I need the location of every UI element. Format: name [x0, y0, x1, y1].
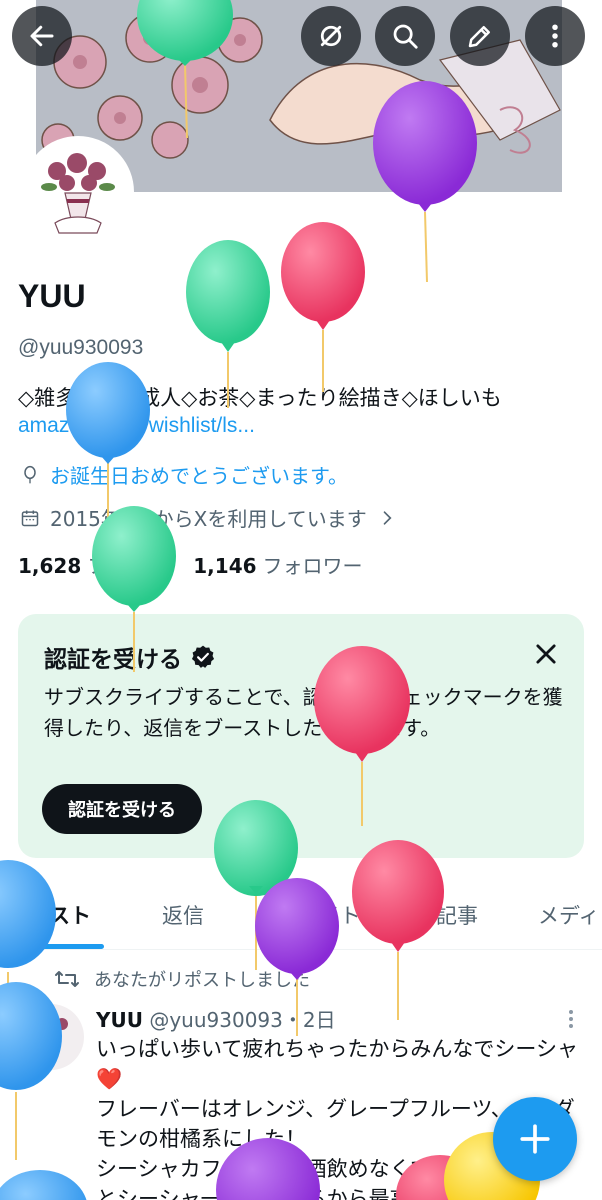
following-link[interactable]: 1,628 フォロー: [18, 550, 167, 579]
joined-text: 2015年1月からXを利用しています: [50, 507, 367, 531]
joined-row[interactable]: 2015年1月からXを利用しています: [20, 503, 407, 532]
close-icon[interactable]: [532, 640, 560, 668]
post-line: とシーシャ一緒に…れるから最高: [96, 1187, 411, 1200]
following-label: フォロー: [87, 554, 168, 578]
hide-icon: [320, 25, 342, 47]
post-more-icon[interactable]: [566, 1008, 576, 1030]
followers-link[interactable]: 1,146 フォロワー: [193, 550, 362, 579]
followers-label: フォロワー: [262, 554, 363, 578]
following-count: 1,628: [18, 554, 82, 578]
follow-stats: 1,628 フォロー 1,146 フォロワー: [18, 550, 363, 579]
get-verified-button[interactable]: 認証を受ける: [42, 784, 202, 834]
profile-bio: ◇雑多に呟く成人◇お茶◇まったり絵描き◇ほしいも: [18, 386, 502, 410]
repost-icon: [55, 971, 79, 987]
verification-title: 認証を受ける: [44, 647, 182, 673]
hide-button[interactable]: [301, 6, 361, 66]
plus-icon: [520, 1124, 550, 1154]
balloon: [0, 1170, 87, 1200]
tab-media[interactable]: メディ: [538, 900, 600, 930]
profile-avatar[interactable]: [22, 136, 134, 248]
compose-post-button[interactable]: [493, 1097, 577, 1181]
post-avatar-illustration: [34, 1013, 68, 1055]
profile-tabs: ポスト 返信 ハイライト 記事 メディ: [0, 886, 602, 950]
repost-indicator: あなたがリポストしました: [54, 966, 310, 992]
verified-badge-icon: [191, 645, 215, 668]
tab-articles[interactable]: 記事: [436, 900, 478, 930]
profile-name: YUU: [18, 278, 86, 314]
back-button[interactable]: [12, 6, 72, 66]
more-vertical-icon: [552, 24, 558, 48]
birthday-row: お誕生日おめでとうございます。: [20, 460, 348, 489]
post-line: いっぱい歩いて疲れちゃったからみんなでシーシャ❤️: [96, 1037, 578, 1091]
profile-handle: @yuu930093: [18, 336, 144, 359]
edit-button[interactable]: [450, 6, 510, 66]
active-tab-indicator: [18, 944, 104, 949]
post-avatar[interactable]: [18, 1004, 84, 1070]
tab-posts[interactable]: ポスト: [28, 900, 91, 930]
balloon: [281, 222, 365, 392]
post-handle-time: @yuu930093・2日: [149, 1008, 336, 1032]
verification-description: サブスクライブすることで、認証済みチェックマークを獲得したり、返信をブーストした…: [44, 685, 563, 740]
balloon-icon: [24, 465, 36, 483]
chevron-right-icon: [383, 510, 392, 525]
calendar-icon: [21, 510, 39, 526]
top-bar: [0, 0, 602, 74]
post-author[interactable]: YUU: [96, 1008, 143, 1032]
more-button[interactable]: [525, 6, 585, 66]
search-icon: [393, 24, 418, 49]
edit-icon: [468, 26, 490, 48]
verification-card: 認証を受ける サブスクライブすることで、認証済みチェックマークを獲得したり、返信…: [18, 614, 584, 858]
tab-highlights[interactable]: ハイライト: [256, 900, 361, 930]
post-header: YUU @yuu930093・2日: [96, 1004, 336, 1033]
tab-replies[interactable]: 返信: [162, 900, 204, 930]
arrow-left-icon: [30, 25, 54, 47]
verification-title-row: 認証を受ける: [44, 640, 216, 674]
profile-link[interactable]: amazon.jp/hz/wishlist/ls...: [18, 414, 255, 438]
repost-label: あなたがリポストしました: [94, 970, 310, 991]
avatar-illustration: [27, 141, 129, 243]
followers-count: 1,146: [193, 554, 257, 578]
birthday-text[interactable]: お誕生日おめでとうございます。: [50, 460, 348, 489]
search-button[interactable]: [375, 6, 435, 66]
